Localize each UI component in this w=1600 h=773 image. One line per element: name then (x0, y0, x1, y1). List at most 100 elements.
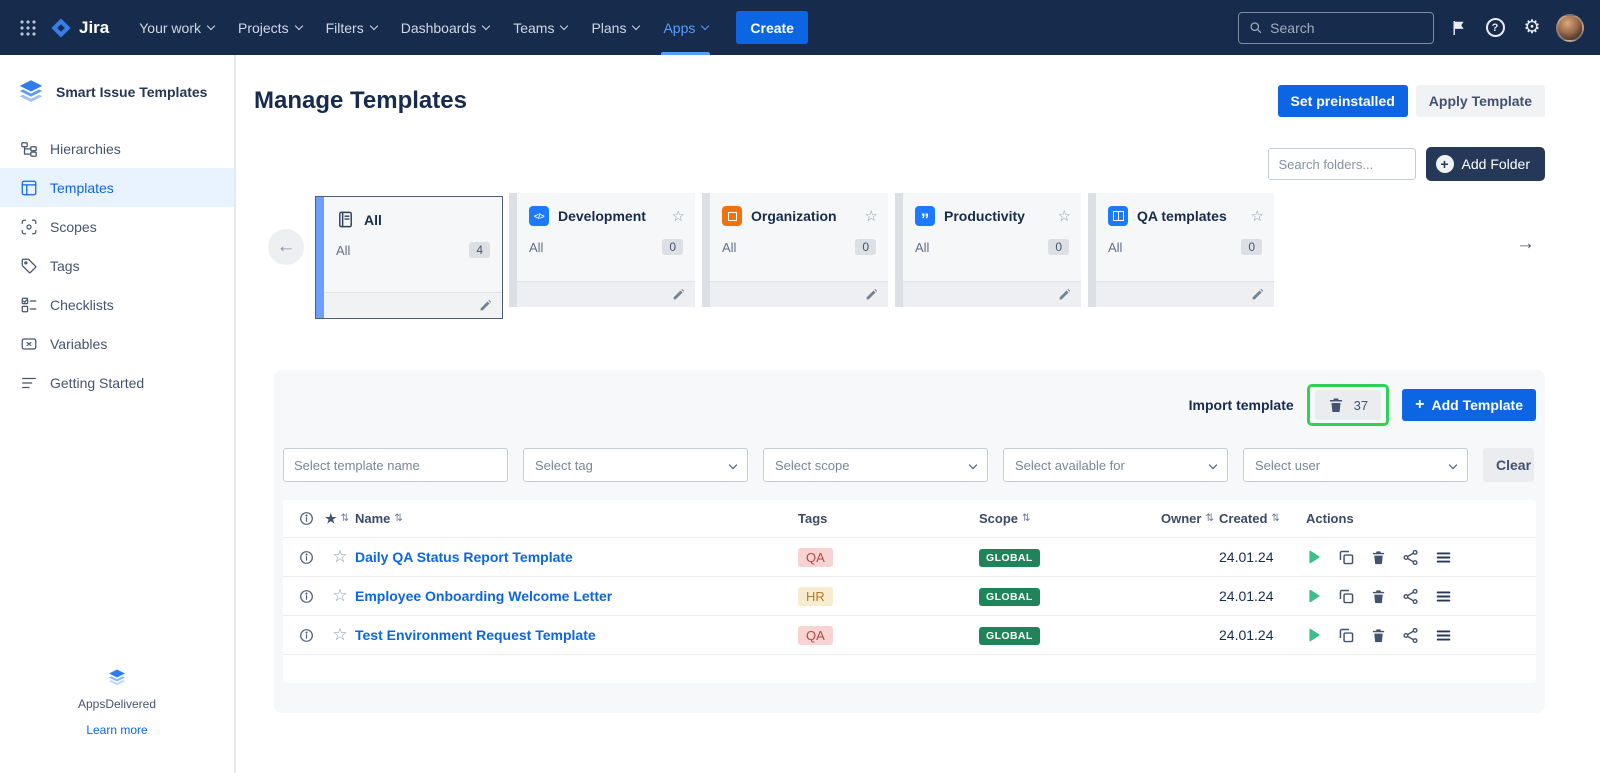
nav-label: Teams (513, 20, 554, 36)
nav-your-work[interactable]: Your work (127, 0, 226, 55)
content-shell: Smart Issue Templates Hierarchies Templa… (0, 55, 1600, 773)
carousel-left-arrow[interactable]: ← (268, 229, 304, 265)
run-template-button[interactable] (1306, 588, 1322, 604)
appsdelivered-logo-icon (105, 666, 129, 690)
apply-template-button[interactable]: Apply Template (1416, 85, 1545, 117)
nav-right-cluster: ? ⚙ (1238, 12, 1584, 44)
favorite-star-icon[interactable]: ☆ (1251, 207, 1264, 225)
scope-filter-select[interactable]: Select scope (763, 448, 988, 482)
folder-card-footer (710, 281, 888, 307)
created-column-header[interactable]: Created ⇅ (1219, 511, 1306, 526)
carousel-right-arrow[interactable]: → (1516, 233, 1535, 255)
announcement-flag-button[interactable] (1445, 15, 1471, 41)
edit-folder-button[interactable] (1251, 288, 1264, 301)
favorite-star-icon[interactable]: ☆ (325, 586, 355, 606)
row-menu-button[interactable] (1435, 588, 1452, 605)
template-info-button[interactable] (299, 628, 325, 643)
copy-template-button[interactable] (1338, 627, 1355, 644)
chevron-down-icon (701, 22, 709, 30)
available-for-filter-select[interactable]: Select available for (1003, 448, 1228, 482)
folder-card-strip (1088, 193, 1096, 307)
tag-filter-select[interactable]: Select tag (523, 448, 748, 482)
folder-card-organization[interactable]: Organization ☆ All 0 (702, 193, 888, 307)
favorite-star-icon[interactable]: ☆ (325, 547, 355, 567)
name-column-header[interactable]: Name ⇅ (355, 511, 798, 526)
share-template-button[interactable] (1402, 549, 1419, 566)
copy-template-button[interactable] (1338, 588, 1355, 605)
folder-card-top: ” Productivity ☆ (903, 193, 1081, 226)
user-avatar[interactable] (1556, 14, 1584, 42)
learn-more-link[interactable]: Learn more (86, 723, 147, 737)
settings-button[interactable]: ⚙ (1519, 15, 1545, 41)
folder-count-badge: 0 (1241, 239, 1262, 255)
template-trash-bin-button[interactable]: 37 (1315, 390, 1381, 420)
sidebar-item-templates[interactable]: Templates (0, 168, 234, 207)
share-template-button[interactable] (1402, 588, 1419, 605)
template-name-link[interactable]: Daily QA Status Report Template (355, 549, 798, 565)
edit-folder-button[interactable] (1058, 288, 1071, 301)
app-switcher-button[interactable] (10, 11, 44, 45)
favorite-star-icon[interactable]: ☆ (672, 207, 685, 225)
row-menu-button[interactable] (1435, 549, 1452, 566)
add-folder-button[interactable]: + Add Folder (1426, 147, 1545, 181)
clear-filters-button[interactable]: Clear (1483, 448, 1534, 482)
folder-card-productivity[interactable]: ” Productivity ☆ All 0 (895, 193, 1081, 307)
app-title: Smart Issue Templates (56, 84, 207, 100)
row-menu-button[interactable] (1435, 627, 1452, 644)
add-template-button[interactable]: + Add Template (1402, 389, 1536, 421)
nav-plans[interactable]: Plans (579, 0, 651, 55)
development-folder-icon: </> (529, 206, 549, 226)
user-filter-select[interactable]: Select user (1243, 448, 1468, 482)
favorite-star-icon[interactable]: ☆ (1058, 207, 1071, 225)
sidebar-item-checklists[interactable]: Checklists (0, 285, 234, 324)
template-info-button[interactable] (299, 589, 325, 604)
folder-card-all[interactable]: All All 4 (316, 197, 502, 318)
sort-icon: ⇅ (1022, 513, 1030, 524)
folder-card-development[interactable]: </> Development ☆ All 0 (509, 193, 695, 307)
delete-template-button[interactable] (1371, 589, 1386, 604)
favorite-star-icon[interactable]: ☆ (325, 625, 355, 645)
favorite-star-icon[interactable]: ☆ (865, 207, 878, 225)
run-template-button[interactable] (1306, 627, 1322, 643)
nav-dashboards[interactable]: Dashboards (389, 0, 502, 55)
add-template-label: Add Template (1431, 397, 1523, 413)
copy-icon (1338, 588, 1355, 605)
scope-column-header[interactable]: Scope ⇅ (979, 511, 1161, 526)
search-folders-input[interactable] (1268, 148, 1416, 180)
global-search[interactable] (1238, 12, 1434, 44)
edit-folder-button[interactable] (672, 288, 685, 301)
folder-card-qa-templates[interactable]: QA templates ☆ All 0 (1088, 193, 1274, 307)
template-info-button[interactable] (299, 550, 325, 565)
run-template-button[interactable] (1306, 549, 1322, 565)
template-name-link[interactable]: Test Environment Request Template (355, 627, 798, 643)
edit-folder-button[interactable] (865, 288, 878, 301)
favorite-column-header[interactable]: ★ ⇅ (325, 511, 355, 527)
import-template-button[interactable]: Import template (1189, 397, 1294, 413)
sidebar-item-scopes[interactable]: Scopes (0, 207, 234, 246)
set-preinstalled-button[interactable]: Set preinstalled (1278, 85, 1408, 117)
global-search-input[interactable] (1270, 20, 1423, 36)
sidebar-item-hierarchies[interactable]: Hierarchies (0, 129, 234, 168)
sidebar-item-getting-started[interactable]: Getting Started (0, 363, 234, 402)
sidebar-item-tags[interactable]: Tags (0, 246, 234, 285)
copy-template-button[interactable] (1338, 549, 1355, 566)
template-name-link[interactable]: Employee Onboarding Welcome Letter (355, 588, 798, 604)
help-button[interactable]: ? (1482, 15, 1508, 41)
share-template-button[interactable] (1402, 627, 1419, 644)
nav-filters[interactable]: Filters (314, 0, 389, 55)
template-name-filter-input[interactable] (283, 448, 508, 482)
trash-icon (1371, 589, 1386, 604)
delete-template-button[interactable] (1371, 550, 1386, 565)
nav-apps[interactable]: Apps (651, 0, 720, 55)
nav-teams[interactable]: Teams (501, 0, 579, 55)
sidebar-item-variables[interactable]: Variables (0, 324, 234, 363)
folder-sublabel: All (722, 240, 736, 255)
jira-logo[interactable]: Jira (50, 17, 109, 39)
delete-template-button[interactable] (1371, 628, 1386, 643)
folder-card-top: QA templates ☆ (1096, 193, 1274, 226)
nav-projects[interactable]: Projects (226, 0, 314, 55)
edit-folder-button[interactable] (479, 299, 492, 312)
create-button[interactable]: Create (736, 11, 808, 44)
owner-column-header[interactable]: Owner ⇅ (1161, 511, 1219, 526)
table-row: ☆ Daily QA Status Report Template QA GLO… (283, 538, 1536, 577)
